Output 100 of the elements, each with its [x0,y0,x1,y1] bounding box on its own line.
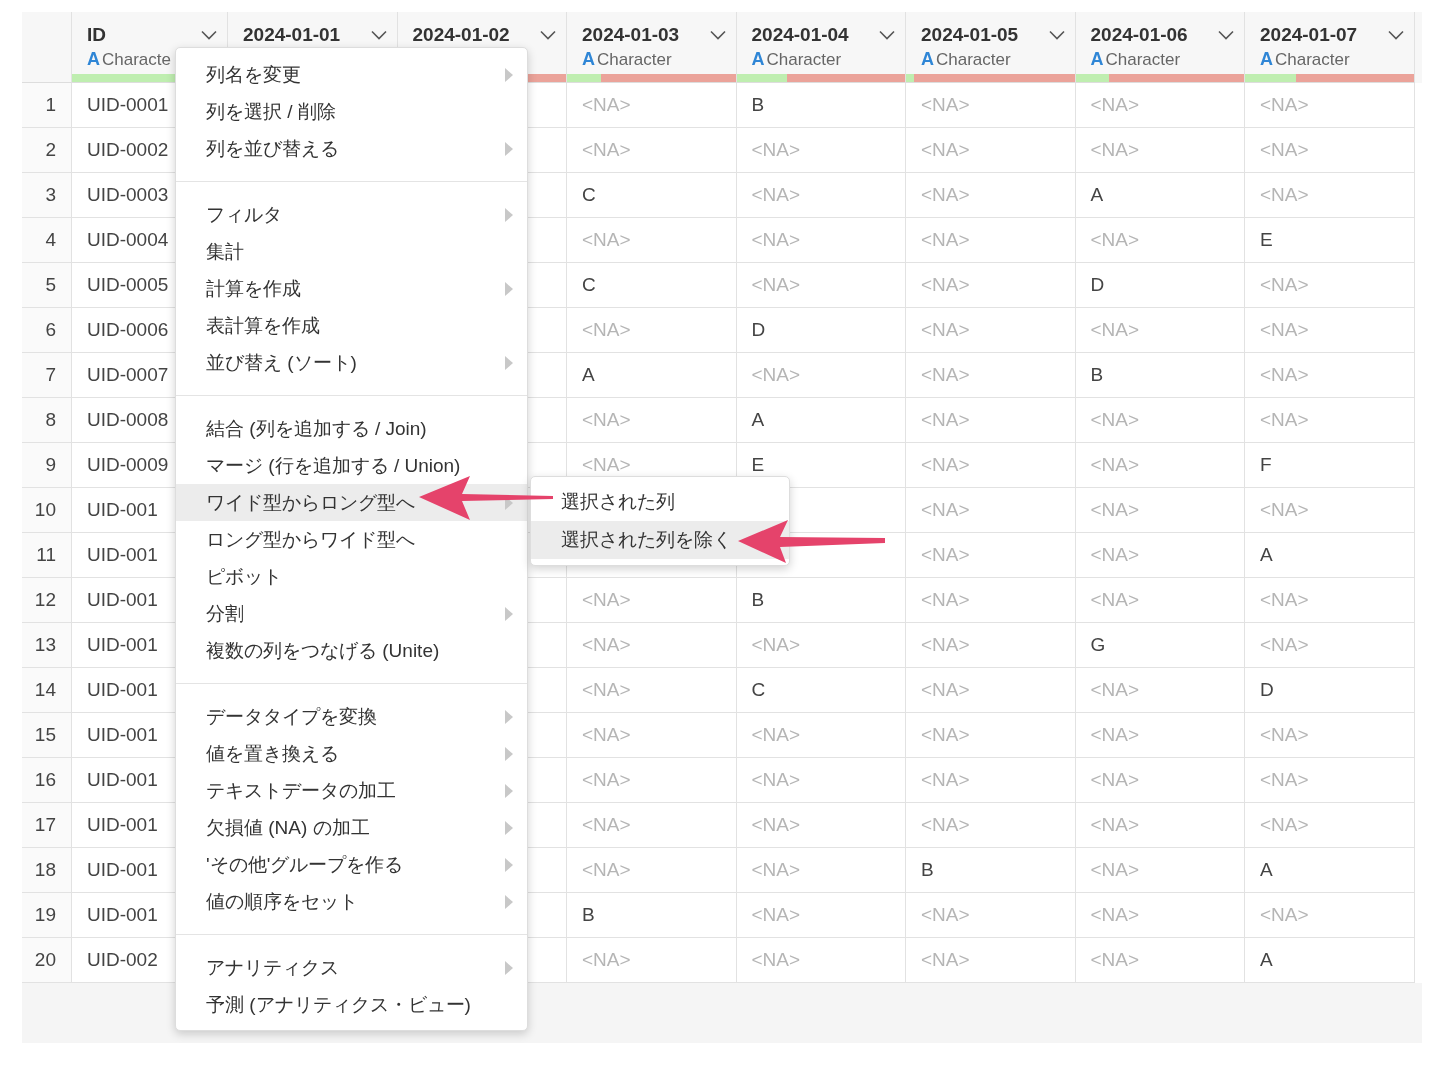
table-cell: <NA> [1075,848,1245,893]
row-number: 17 [22,803,72,848]
type-icon: A [1090,48,1104,70]
table-cell: <NA> [1245,578,1415,623]
row-number: 10 [22,488,72,533]
table-cell: <NA> [567,668,737,713]
type-icon: A [582,48,595,70]
table-cell: <NA> [1075,443,1245,488]
table-cell: <NA> [736,218,906,263]
table-cell: <NA> [736,263,906,308]
table-cell: <NA> [1075,893,1245,938]
table-cell: A [736,398,906,443]
row-number: 11 [22,533,72,578]
table-cell: <NA> [1245,488,1415,533]
chevron-down-icon[interactable] [201,29,217,40]
table-cell: <NA> [1075,83,1245,128]
row-number: 6 [22,308,72,353]
column-type: Characte [102,49,171,70]
table-cell: D [1075,263,1245,308]
table-cell: <NA> [906,308,1076,353]
column-title: 2024-01-05 [921,23,1019,46]
table-cell: <NA> [1245,128,1415,173]
row-number: 19 [22,893,72,938]
table-cell: C [736,668,906,713]
row-number: 5 [22,263,72,308]
row-number: 12 [22,578,72,623]
chevron-down-icon[interactable] [540,29,556,40]
table-cell: <NA> [1245,398,1415,443]
table-cell: C [567,173,737,218]
row-number: 18 [22,848,72,893]
row-number: 8 [22,398,72,443]
table-cell: <NA> [906,488,1076,533]
table-cell: <NA> [1075,803,1245,848]
type-icon: A [751,48,765,70]
table-cell: <NA> [567,398,737,443]
row-number: 7 [22,353,72,398]
table-cell: <NA> [906,443,1076,488]
chevron-down-icon[interactable] [1048,29,1065,40]
table-cell: A [1245,848,1415,893]
table-cell: B [736,83,906,128]
column-title: 2024-01-06 [1090,23,1188,46]
table-cell: <NA> [1245,758,1415,803]
table-cell: <NA> [1245,308,1415,353]
table-cell: A [1075,173,1245,218]
table-cell: F [1245,443,1415,488]
column-title: 2024-01-04 [751,23,849,46]
table-cell: <NA> [1075,713,1245,758]
table-cell: <NA> [906,803,1076,848]
table-cell: <NA> [906,668,1076,713]
table-cell: <NA> [906,578,1076,623]
table-cell: <NA> [1075,488,1245,533]
table-cell: D [1245,668,1415,713]
table-cell: <NA> [1245,353,1415,398]
chevron-down-icon[interactable] [879,29,895,40]
table-cell: <NA> [567,803,737,848]
table-cell: <NA> [567,308,737,353]
menu-item[interactable]: 予測 (アナリティクス・ビュー) [176,986,527,1023]
table-cell: <NA> [567,713,737,758]
table-cell: <NA> [567,128,737,173]
table-cell: <NA> [736,803,906,848]
table-cell: <NA> [1075,533,1245,578]
table-cell: <NA> [567,848,737,893]
table-cell: <NA> [736,848,906,893]
table-cell: A [1245,533,1415,578]
chevron-down-icon[interactable] [709,29,726,40]
table-cell: <NA> [1075,218,1245,263]
column-type: Character [936,49,1011,70]
chevron-down-icon[interactable] [1218,29,1234,40]
menu-item[interactable]: 選択された列を除く [531,521,789,559]
table-cell: <NA> [567,83,737,128]
column-type: Character [1105,49,1181,70]
table-cell: <NA> [567,578,737,623]
row-number: 1 [22,83,72,128]
table-cell: <NA> [906,218,1076,263]
table-cell: <NA> [736,758,906,803]
column-title: 2024-01-03 [582,23,680,46]
table-cell: <NA> [736,713,906,758]
column-type: Character [766,49,842,70]
table-cell: <NA> [1245,713,1415,758]
table-cell: G [1075,623,1245,668]
table-cell: <NA> [736,353,906,398]
row-number: 15 [22,713,72,758]
table-cell: <NA> [906,398,1076,443]
table-cell: <NA> [906,128,1076,173]
menu-item[interactable]: ワイド型からロング型へ [176,484,527,521]
table-cell: <NA> [1245,803,1415,848]
table-cell: <NA> [567,623,737,668]
table-cell: C [567,263,737,308]
row-number: 13 [22,623,72,668]
table-cell: E [1245,218,1415,263]
table-cell: <NA> [736,623,906,668]
table-cell: <NA> [1075,128,1245,173]
chevron-down-icon[interactable] [1387,29,1404,40]
table-cell: <NA> [1075,668,1245,713]
table-cell: D [736,308,906,353]
column-type: Character [597,49,672,70]
chevron-down-icon[interactable] [370,29,387,40]
table-cell: <NA> [906,83,1076,128]
table-cell: B [1075,353,1245,398]
table-cell: <NA> [906,173,1076,218]
